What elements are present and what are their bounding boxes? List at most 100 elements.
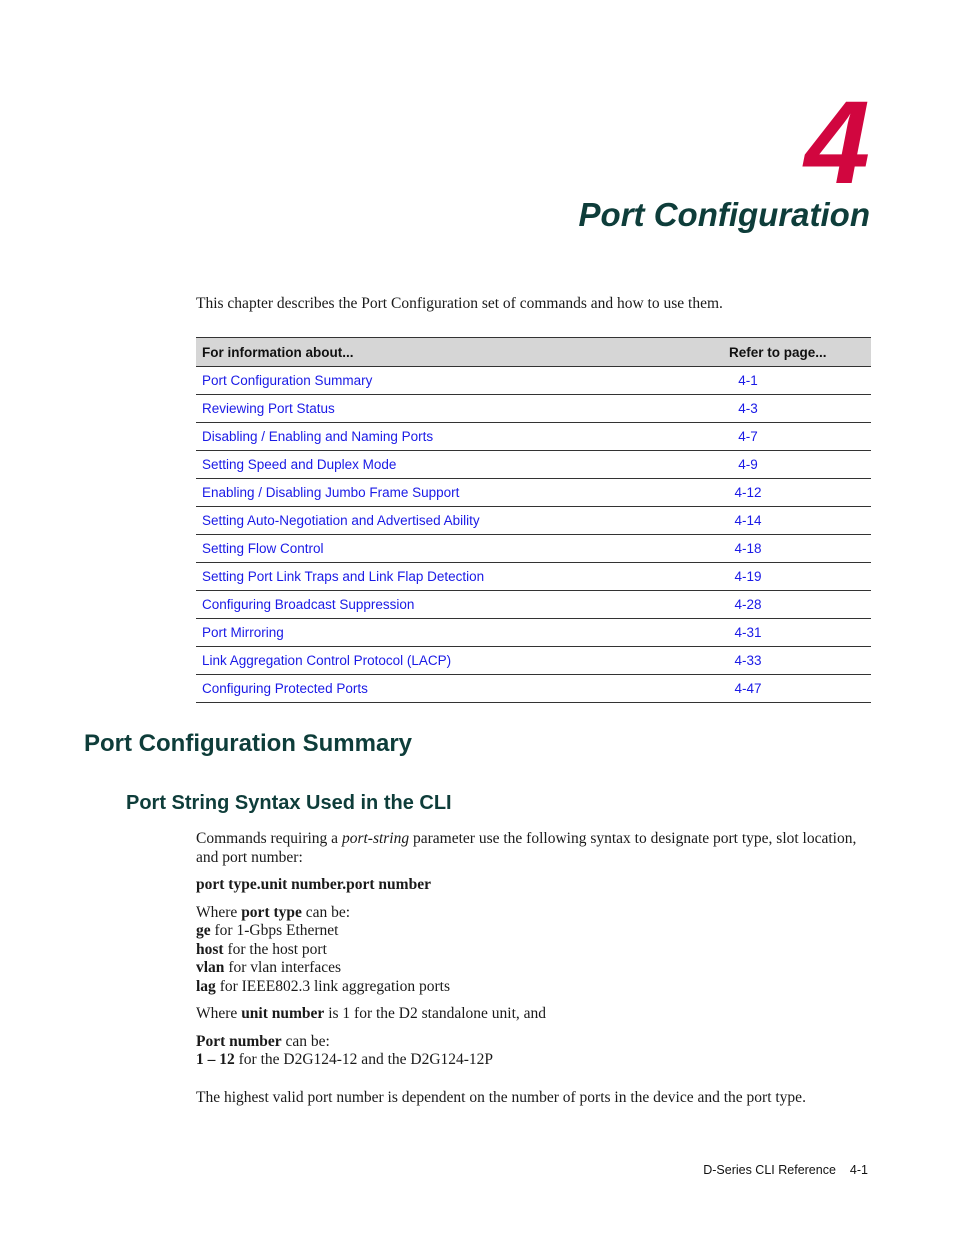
toc-topic-link[interactable]: Configuring Broadcast Suppression <box>202 597 414 612</box>
toc-page-cell: 4-33 <box>729 646 871 675</box>
toc-table: For information about... Refer to page..… <box>196 337 871 703</box>
toc-page-cell: 4-12 <box>729 478 871 507</box>
toc-page-cell: 4-9 <box>729 450 871 479</box>
toc-page-cell: 4-14 <box>729 506 871 535</box>
toc-topic-link[interactable]: Setting Auto-Negotiation and Advertised … <box>202 513 480 528</box>
toc-topic-cell: Setting Flow Control <box>196 534 729 563</box>
toc-page-link[interactable]: 4-18 <box>734 541 761 556</box>
syntax-line: port type.unit number.port number <box>196 876 876 895</box>
toc-page-cell: 4-18 <box>729 534 871 563</box>
toc-page-link[interactable]: 4-1 <box>738 373 758 388</box>
toc-row: Configuring Protected Ports 4-47 <box>196 674 871 703</box>
intro-paragraph: This chapter describes the Port Configur… <box>196 295 723 312</box>
subsection-heading: Port String Syntax Used in the CLI <box>126 792 452 814</box>
toc-topic-cell: Disabling / Enabling and Naming Ports <box>196 422 729 451</box>
port-type-name: ge <box>196 922 211 939</box>
port-string-term: port-string <box>341 830 410 847</box>
port-type-name: lag <box>196 977 216 995</box>
port-number-line: Port number can be: 1 – 12 for the D2G124… <box>196 1033 876 1070</box>
toc-row: Port Configuration Summary 4-1 <box>196 366 871 395</box>
port-type-item: vlan for vlan interfaces <box>196 959 341 976</box>
closing-paragraph: The highest valid port number is depende… <box>196 1088 806 1106</box>
toc-page-cell: 4-47 <box>729 674 871 703</box>
toc-topic-cell: Port Configuration Summary <box>196 366 729 395</box>
port-type-name: vlan <box>196 959 225 976</box>
port-string-description: Commands requiring a port-string paramet… <box>196 830 876 867</box>
port-type-desc: for the host port <box>223 940 327 958</box>
port-type-desc: for 1-Gbps Ethernet <box>210 922 339 939</box>
toc-topic-cell: Enabling / Disabling Jumbo Frame Support <box>196 478 729 507</box>
toc-page-link[interactable]: 4-31 <box>734 625 761 640</box>
term: Port number <box>196 1032 282 1050</box>
toc-topic-cell: Setting Auto-Negotiation and Advertised … <box>196 506 729 535</box>
toc-topic-cell: Configuring Protected Ports <box>196 674 729 703</box>
port-type-item: lag for IEEE802.3 link aggregation ports <box>196 978 450 995</box>
toc-topic-link[interactable]: Port Mirroring <box>202 625 284 640</box>
toc-row: Setting Speed and Duplex Mode 4-9 <box>196 450 871 479</box>
section-heading: Port Configuration Summary <box>84 730 413 757</box>
toc-page-link[interactable]: 4-47 <box>734 681 761 696</box>
toc-page-link[interactable]: 4-14 <box>734 513 761 528</box>
text: Where <box>196 1005 242 1022</box>
chapter-title: Port Configuration <box>578 196 870 233</box>
toc-page-link[interactable]: 4-7 <box>738 429 758 444</box>
toc-page-link[interactable]: 4-3 <box>738 401 758 416</box>
toc-topic-link[interactable]: Disabling / Enabling and Naming Ports <box>202 429 433 444</box>
page-footer: D-Series CLI Reference 4-1 <box>703 1163 868 1177</box>
toc-page-link[interactable]: 4-19 <box>734 569 761 584</box>
term: port type <box>241 903 302 921</box>
unit-number-line: Where unit number is 1 for the D2 standa… <box>196 1005 876 1024</box>
toc-page-link[interactable]: 4-33 <box>734 653 761 668</box>
toc-topic-cell: Link Aggregation Control Protocol (LACP) <box>196 646 729 675</box>
toc-topic-link[interactable]: Setting Port Link Traps and Link Flap De… <box>202 569 484 584</box>
toc-row: Reviewing Port Status 4-3 <box>196 394 871 423</box>
term: unit number <box>241 1005 325 1022</box>
section-body: Commands requiring a port-string paramet… <box>196 830 876 1116</box>
port-type-name: host <box>196 940 224 958</box>
toc-header-row: For information about... Refer to page..… <box>196 337 871 367</box>
toc-page-cell: 4-3 <box>729 394 871 423</box>
toc-topic-link[interactable]: Link Aggregation Control Protocol (LACP) <box>202 653 451 668</box>
toc-topic-cell: Reviewing Port Status <box>196 394 729 423</box>
port-type-item: ge for 1-Gbps Ethernet <box>196 922 338 939</box>
text: Commands requiring a <box>196 830 342 847</box>
text: is 1 for the D2 standalone unit, and <box>324 1005 547 1022</box>
toc-page-cell: 4-31 <box>729 618 871 647</box>
footer-page-number: 4-1 <box>849 1163 868 1177</box>
toc-topic-link[interactable]: Port Configuration Summary <box>202 373 372 388</box>
toc-header-page: Refer to page... <box>729 337 871 367</box>
text: Where <box>196 903 242 921</box>
toc-page-cell: 4-28 <box>729 590 871 619</box>
toc-page-link[interactable]: 4-28 <box>734 597 761 612</box>
toc-page-cell: 4-19 <box>729 562 871 591</box>
toc-page-cell: 4-7 <box>729 422 871 451</box>
toc-topic-link[interactable]: Configuring Protected Ports <box>202 681 368 696</box>
toc-row: Configuring Broadcast Suppression 4-28 <box>196 590 871 619</box>
text: for the D2G124-12 and the D2G124-12P <box>234 1051 494 1068</box>
toc-topic-link[interactable]: Setting Speed and Duplex Mode <box>202 457 396 472</box>
port-type-item: host for the host port <box>196 941 327 958</box>
toc-row: Setting Auto-Negotiation and Advertised … <box>196 506 871 535</box>
toc-page-cell: 4-1 <box>729 366 871 395</box>
toc-topic-link[interactable]: Setting Flow Control <box>202 541 324 556</box>
toc-row: Link Aggregation Control Protocol (LACP)… <box>196 646 871 675</box>
port-type-desc: for vlan interfaces <box>224 959 342 976</box>
toc-row: Enabling / Disabling Jumbo Frame Support… <box>196 478 871 507</box>
toc-header-topic: For information about... <box>196 337 729 367</box>
toc-row: Disabling / Enabling and Naming Ports 4-7 <box>196 422 871 451</box>
text: can be: <box>281 1032 330 1050</box>
toc-topic-link[interactable]: Reviewing Port Status <box>202 401 335 416</box>
port-type-desc: for IEEE802.3 link aggregation ports <box>215 977 450 995</box>
toc-row: Port Mirroring 4-31 <box>196 618 871 647</box>
toc-page-link[interactable]: 4-12 <box>734 485 761 500</box>
port-type-list: Where port type can be: ge for 1-Gbps Et… <box>196 904 876 997</box>
chapter-number: 4 <box>804 77 870 209</box>
footer-title: D-Series CLI Reference <box>703 1163 836 1177</box>
toc-page-link[interactable]: 4-9 <box>738 457 758 472</box>
toc-topic-cell: Configuring Broadcast Suppression <box>196 590 729 619</box>
toc-topic-cell: Port Mirroring <box>196 618 729 647</box>
toc-row: Setting Port Link Traps and Link Flap De… <box>196 562 871 591</box>
toc-topic-link[interactable]: Enabling / Disabling Jumbo Frame Support <box>202 485 459 500</box>
syntax: port type.unit number.port number <box>196 876 431 893</box>
range: 1 – 12 <box>196 1051 235 1068</box>
